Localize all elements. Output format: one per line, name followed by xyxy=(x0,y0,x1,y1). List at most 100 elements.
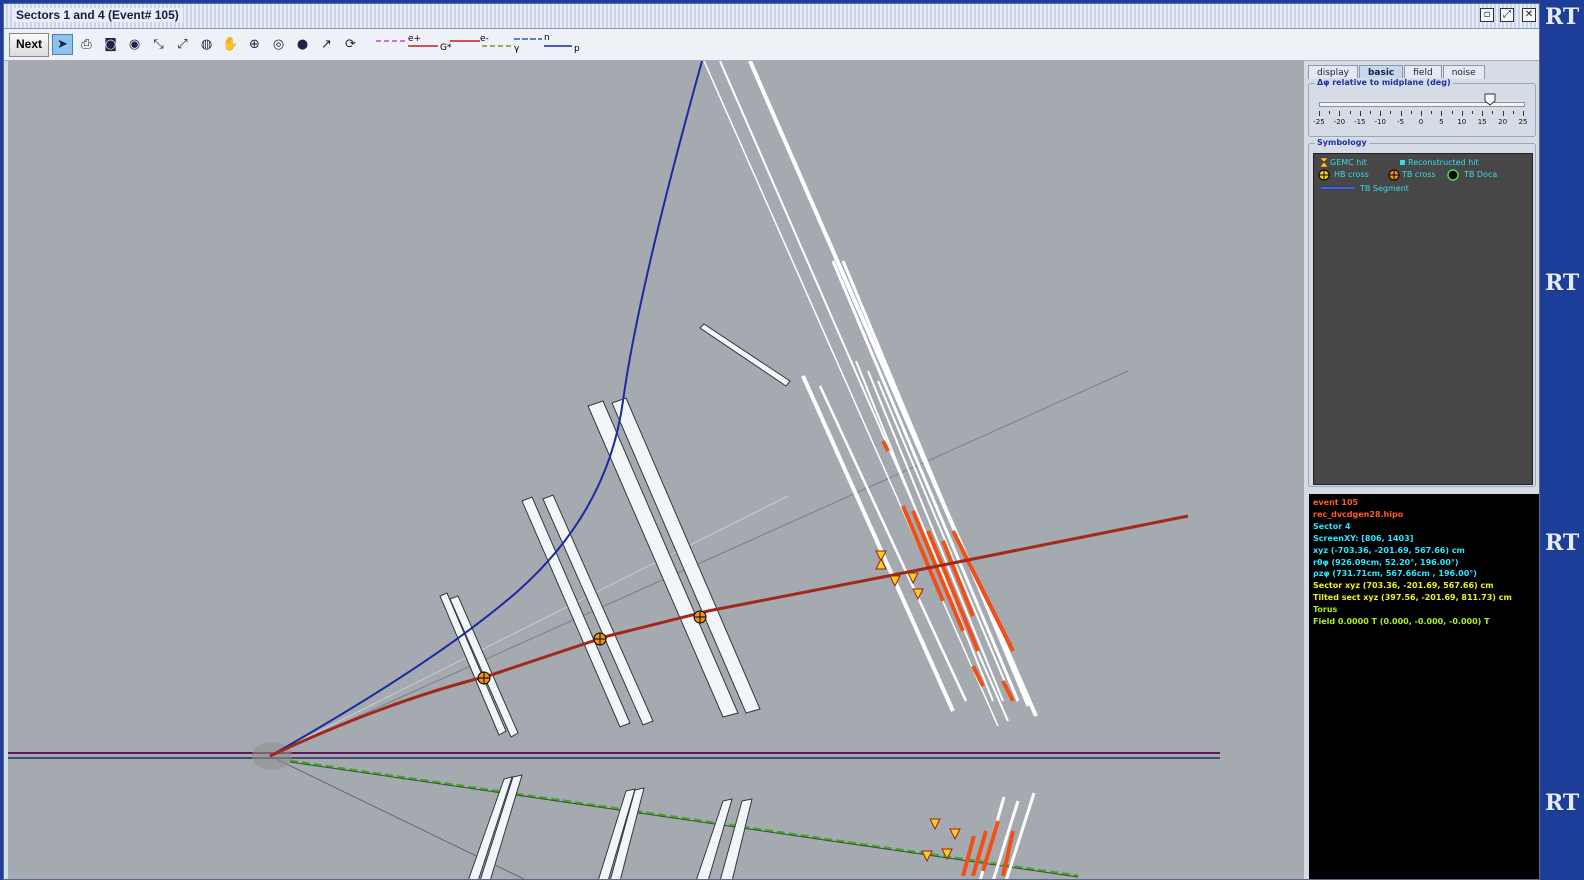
camera-icon[interactable]: ◙ xyxy=(100,34,121,55)
reconstructed-hit-icon xyxy=(1400,160,1405,165)
world-refresh-icon[interactable]: ◉ xyxy=(124,34,145,55)
pan-hand-icon[interactable]: ✋ xyxy=(220,34,241,55)
tab-display[interactable]: display xyxy=(1308,65,1358,79)
tb-segment-icon xyxy=(1321,186,1355,190)
slider-tick xyxy=(1441,111,1443,116)
feedback-line: rec_dvcdgen28.hipo xyxy=(1313,509,1404,519)
symbology-gemc-hit: GEMC hit xyxy=(1330,158,1367,167)
symbology-panel: GEMC hit Reconstructed hit HB cross TB c… xyxy=(1313,153,1533,485)
proton-track xyxy=(269,60,703,757)
slider-tick xyxy=(1329,111,1331,114)
slider-tick-label: 0 xyxy=(1418,118,1424,126)
slider-tick xyxy=(1523,111,1524,116)
slider-tick-label: -10 xyxy=(1374,118,1386,126)
hb-cross-icon xyxy=(1318,169,1330,181)
symbology-hb-cross: HB cross xyxy=(1334,170,1369,179)
slider-tick xyxy=(1512,111,1514,114)
event-display-svg[interactable] xyxy=(8,60,1304,880)
phi-slider-title: Δφ relative to midplane (deg) xyxy=(1315,78,1453,87)
arrow-icon[interactable]: ↗ xyxy=(316,34,337,55)
feedback-line: Torus xyxy=(1313,605,1338,615)
background-text: RT xyxy=(1545,4,1580,30)
slider-tick xyxy=(1502,111,1504,116)
refresh-page-icon[interactable]: ⟳ xyxy=(340,34,361,55)
slider-tick-label: 5 xyxy=(1439,118,1444,126)
pointer-icon[interactable]: ➤ xyxy=(52,34,73,55)
legend-e-minus: e- xyxy=(480,34,489,44)
gemc-hit-icon xyxy=(1320,158,1328,167)
slider-tick xyxy=(1461,111,1463,116)
symbology-tb-segment: TB Segment xyxy=(1360,184,1409,193)
symbology-tb-cross: TB cross xyxy=(1402,170,1436,179)
tab-field[interactable]: field xyxy=(1404,65,1442,79)
next-button[interactable]: Next xyxy=(9,33,50,57)
phi-slider-group: Δφ relative to midplane (deg) -25 -20 -15-… xyxy=(1308,78,1536,137)
slider-tick-label: -20 xyxy=(1333,118,1346,126)
particle-legend: e+ G* e- γ n p xyxy=(376,33,580,54)
background-text: RT xyxy=(1545,530,1580,556)
phi-slider-thumb[interactable] xyxy=(1484,93,1496,106)
tb-cross-icon xyxy=(1388,169,1400,181)
globe-icon[interactable]: ◍ xyxy=(196,34,217,55)
detector-bar xyxy=(699,323,791,387)
close-icon[interactable]: ✕ xyxy=(1522,8,1536,22)
feedback-line: ScreenXY: [806, 1403] xyxy=(1313,533,1414,543)
slider-tick-label: -25 xyxy=(1313,118,1325,126)
feedback-line: ρzφ (731.71cm, 567.66cm , 196.00°) xyxy=(1313,569,1477,579)
symbology-group: Symbology GEMC hit Reconstructed hit HB … xyxy=(1308,138,1536,487)
world-green-icon[interactable]: ● xyxy=(292,34,313,55)
legend-p: p xyxy=(574,44,580,54)
photon-track xyxy=(289,759,1079,878)
legend-n: n xyxy=(544,33,550,43)
slider-tick xyxy=(1431,111,1433,114)
window-title: Sectors 1 and 4 (Event# 105) xyxy=(12,8,183,22)
minimize-icon[interactable]: ▫ xyxy=(1480,8,1494,22)
slider-tick-label: -5 xyxy=(1397,118,1405,126)
slider-tick xyxy=(1472,111,1473,114)
slider-tick xyxy=(1451,111,1453,114)
sector1-gemc-markers xyxy=(921,818,961,863)
tab-noise[interactable]: noise xyxy=(1442,65,1485,79)
feedback-panel: event 105 rec_dvcdgen28.hipo Sector 4 Scree… xyxy=(1309,494,1539,879)
slider-tick-label: 20 xyxy=(1498,118,1508,126)
symbology-title: Symbology xyxy=(1315,138,1369,147)
background-text: RT xyxy=(1545,790,1580,816)
toolbar: Next ➤ ⎙ ◙ ◉ ⤡ ⤢ ◍ ✋ ⊕ ◎ ● ↗ ⟳ e+ G* e- … xyxy=(4,29,1539,61)
tab-basic[interactable]: basic xyxy=(1358,65,1404,79)
zoom-icon[interactable]: ⊕ xyxy=(244,34,265,55)
event-display-canvas[interactable] xyxy=(8,60,1304,880)
slider-tick-label: -15 xyxy=(1354,118,1366,126)
slider-tick xyxy=(1492,111,1494,114)
legend-gamma: γ xyxy=(514,44,520,54)
expand-icon[interactable]: ⤢ xyxy=(172,34,193,55)
feedback-line: rθφ (926.09cm, 52.20°, 196.00°) xyxy=(1313,557,1459,567)
slider-tick-label: 10 xyxy=(1457,118,1467,126)
feedback-line: Sector 4 xyxy=(1313,521,1351,531)
slider-tick xyxy=(1390,111,1392,114)
slider-tick xyxy=(1319,111,1320,116)
world-icon[interactable]: ◎ xyxy=(268,34,289,55)
slider-tick xyxy=(1410,111,1412,114)
feedback-line: Sector xyz (703.36, -201.69, 567.66) cm xyxy=(1313,581,1494,591)
tb-doca-icon xyxy=(1447,169,1459,181)
calorimeter-layers xyxy=(703,60,1038,727)
panel-tabs: display basic field noise xyxy=(1308,65,1486,79)
symbology-tb-doca: TB Doca xyxy=(1464,170,1498,179)
photon-track xyxy=(289,761,1079,878)
feedback-line: Tilted sect xyz (397.56, -201.69, 811.73… xyxy=(1313,593,1512,603)
maximize-icon[interactable]: ⤢ xyxy=(1500,8,1514,22)
sector-boundary-line xyxy=(269,370,1129,757)
sector1-chambers xyxy=(468,774,753,879)
slider-tick-label: 25 xyxy=(1518,118,1528,126)
slider-tick xyxy=(1359,111,1361,116)
symbology-reconstructed-hit: Reconstructed hit xyxy=(1408,158,1479,167)
slider-tick xyxy=(1421,111,1422,116)
slider-tick xyxy=(1400,111,1402,116)
slider-tick-label: 15 xyxy=(1477,118,1487,126)
print-icon[interactable]: ⎙ xyxy=(76,34,97,55)
shrink-icon[interactable]: ⤡ xyxy=(148,34,169,55)
legend-e-plus: e+ xyxy=(408,34,421,44)
slider-tick xyxy=(1339,111,1341,116)
title-bar[interactable]: Sectors 1 and 4 (Event# 105) ▫ ⤢ ✕ xyxy=(4,4,1539,29)
sector1-calorimeter-hits-orange xyxy=(961,820,1015,877)
